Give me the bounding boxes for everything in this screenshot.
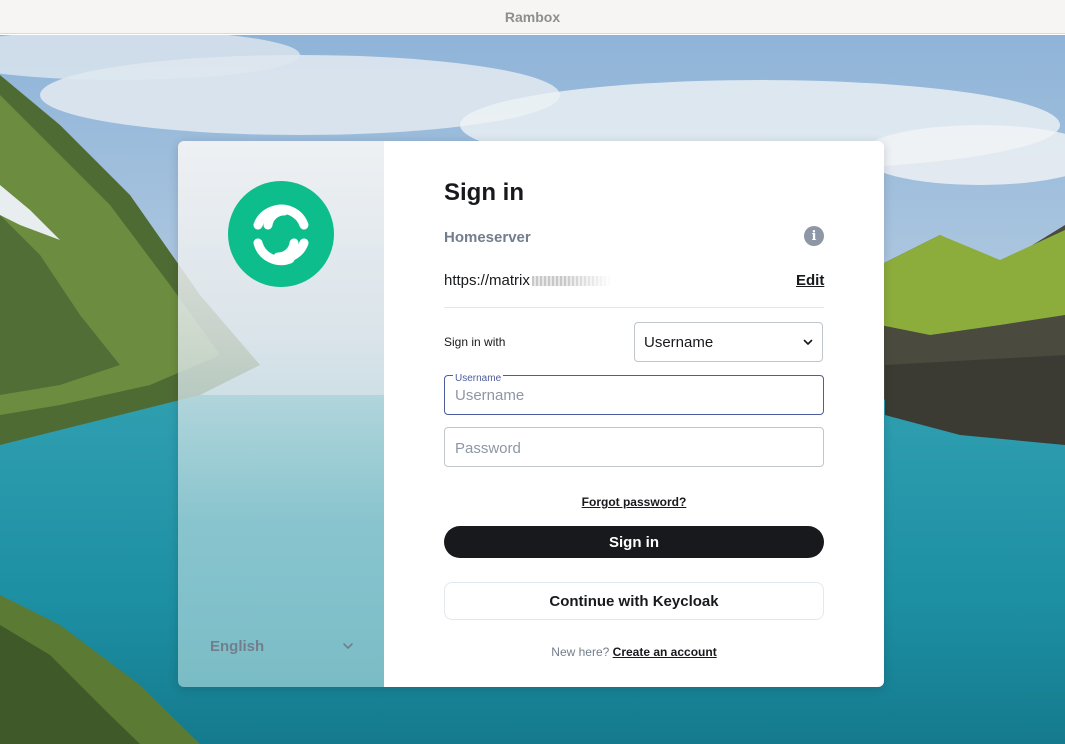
create-account-link[interactable]: Create an account [613, 645, 717, 659]
password-input[interactable] [455, 440, 815, 457]
login-card: English Sign in Homeserver i https://mat… [178, 141, 884, 687]
forgot-password-row: Forgot password? [384, 493, 884, 511]
sign-in-method-value: Username [644, 333, 714, 351]
branding-panel: English [178, 141, 384, 687]
redacted-text [531, 275, 612, 286]
element-logo-icon [228, 181, 334, 287]
continue-with-keycloak-button[interactable]: Continue with Keycloak [444, 582, 824, 620]
username-floating-label: Username [453, 373, 504, 384]
page-title: Sign in [444, 179, 524, 206]
new-here-text: New here? [551, 645, 610, 659]
new-here-row: New here? Create an account [384, 645, 884, 659]
language-selector[interactable]: English [210, 635, 354, 657]
chevron-down-icon [803, 339, 813, 345]
window-title: Rambox [504, 8, 561, 25]
homeserver-url: https://matrix [444, 272, 612, 289]
divider [444, 307, 824, 308]
auth-form-panel: Sign in Homeserver i https://matrix Edit… [384, 141, 884, 687]
edit-homeserver-link[interactable]: Edit [796, 272, 824, 289]
chevron-down-icon [343, 643, 353, 649]
homeserver-url-text: https://matrix [444, 272, 530, 289]
password-field[interactable] [444, 427, 824, 467]
info-icon[interactable]: i [804, 226, 824, 246]
sign-in-button[interactable]: Sign in [444, 526, 824, 558]
language-label: English [210, 637, 265, 655]
sign-in-with-label: Sign in with [444, 335, 506, 349]
username-input[interactable] [455, 387, 815, 404]
username-field[interactable]: Username [444, 373, 824, 415]
forgot-password-link[interactable]: Forgot password? [582, 495, 687, 509]
window-titlebar: Rambox [0, 0, 1065, 34]
sign-in-method-select[interactable]: Username [634, 322, 823, 362]
homeserver-label: Homeserver [444, 229, 531, 246]
